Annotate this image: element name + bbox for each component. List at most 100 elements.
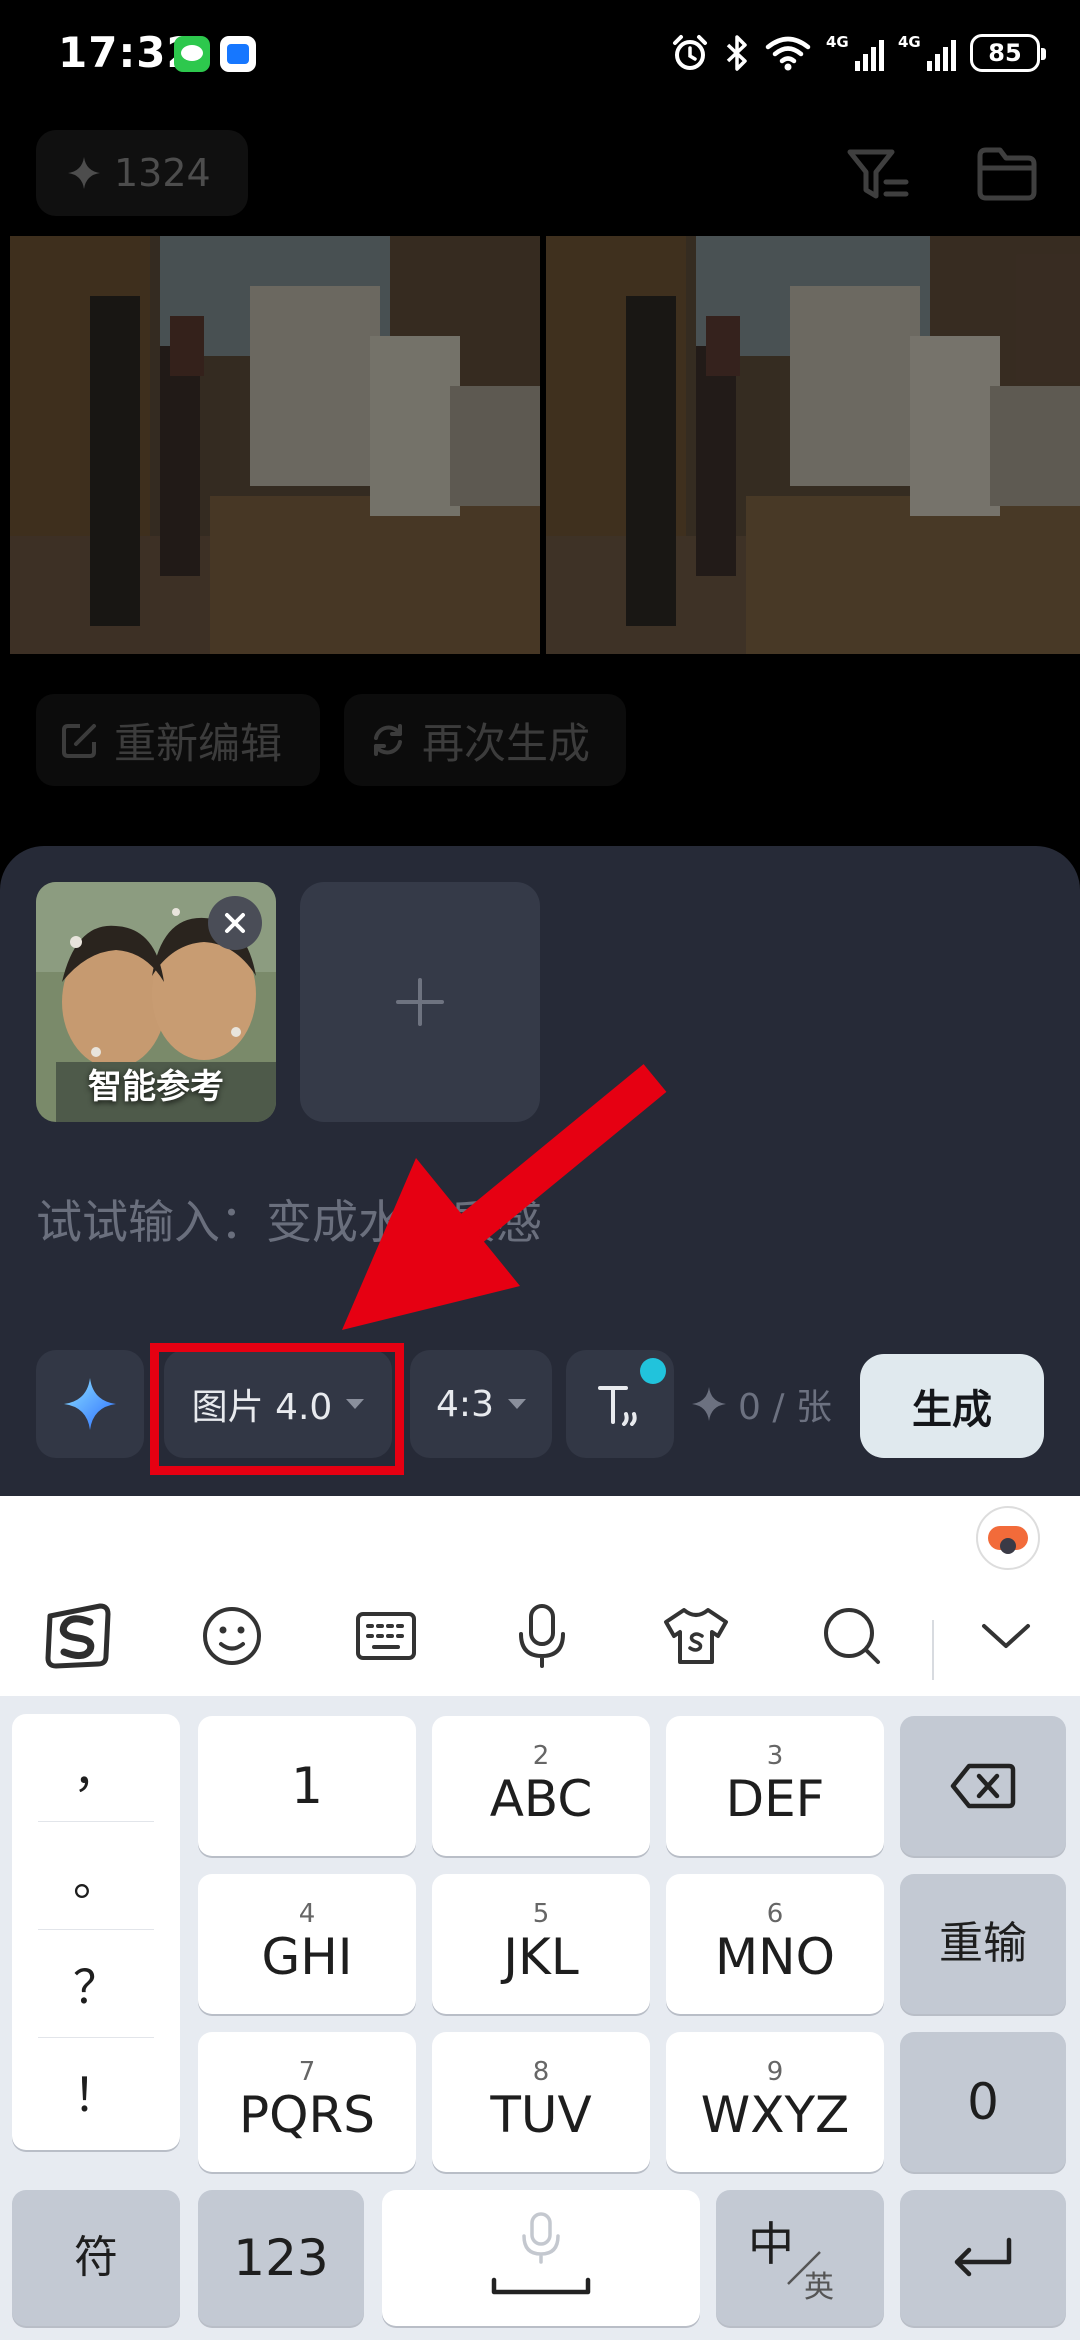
result-image-1[interactable]: [10, 236, 540, 654]
cellular-signal-2-icon: 4G: [898, 31, 956, 75]
key-number: 8: [532, 2057, 550, 2087]
key-number: 7: [298, 2057, 316, 2087]
language-switch-key[interactable]: 中 英: [716, 2190, 884, 2326]
sparkle-icon: [64, 1378, 116, 1430]
key-0[interactable]: 0: [900, 2032, 1066, 2172]
close-icon: [225, 913, 245, 933]
keyboard-layout-icon[interactable]: [346, 1596, 426, 1676]
edit-icon: [62, 724, 96, 758]
cellular-signal-1-icon: 4G: [826, 31, 884, 75]
alarm-icon: [673, 35, 707, 70]
punct-key-comma[interactable]: ，: [38, 1714, 154, 1822]
key-tuv[interactable]: 8 TUV: [432, 2032, 650, 2172]
key-number: 4: [298, 1899, 316, 1929]
key-label: MNO: [715, 1928, 835, 1986]
keypad: ， 。 ？ ！ 1 2 ABC 3 DEF 4 GHI 5 JKL 6 MNO …: [0, 1696, 1080, 2340]
retype-label: 重输: [939, 1918, 1027, 1969]
aspect-ratio-select[interactable]: 4:3: [410, 1350, 552, 1458]
key-wxyz[interactable]: 9 WXYZ: [666, 2032, 884, 2172]
enter-key[interactable]: [900, 2190, 1066, 2326]
slash-divider: [787, 2251, 821, 2285]
wechat-notification-icon: [174, 36, 210, 72]
key-label: DEF: [725, 1770, 825, 1828]
key-jkl[interactable]: 5 JKL: [432, 1874, 650, 2014]
space-key[interactable]: [382, 2190, 700, 2326]
punct-key-exclamation[interactable]: ！: [38, 2038, 154, 2146]
keyboard-toolbar: [0, 1576, 1080, 1696]
key-mno[interactable]: 6 MNO: [666, 1874, 884, 2014]
keyboard: ， 。 ？ ！ 1 2 ABC 3 DEF 4 GHI 5 JKL 6 MNO …: [0, 1496, 1080, 2340]
battery-icon: 85: [970, 34, 1046, 72]
battery-level: 85: [988, 39, 1022, 67]
reedit-label: 重新编辑: [114, 718, 283, 768]
punct-key-question[interactable]: ？: [38, 1930, 154, 2038]
key-label: JKL: [503, 1928, 579, 1986]
network-type-2: 4G: [898, 33, 921, 51]
filter-icon[interactable]: [846, 146, 912, 206]
status-icons: 4G 4G 85: [670, 30, 1046, 76]
microphone-icon[interactable]: [502, 1596, 582, 1676]
skin-shirt-icon[interactable]: [656, 1596, 736, 1676]
text-style-button[interactable]: [566, 1350, 674, 1458]
generation-count: 0 / 张: [690, 1350, 832, 1458]
key-label: TUV: [490, 2086, 592, 2144]
inspiration-button[interactable]: [36, 1350, 144, 1458]
app-notification-icon: [220, 36, 256, 72]
regenerate-label: 再次生成: [422, 718, 591, 768]
remove-reference-button[interactable]: [208, 896, 262, 950]
zero-label: 0: [967, 2073, 999, 2131]
key-def[interactable]: 3 DEF: [666, 1716, 884, 1856]
enter-icon: [954, 2237, 1012, 2277]
punct-key-period[interactable]: 。: [38, 1822, 154, 1930]
key-1[interactable]: 1: [198, 1716, 416, 1856]
key-number: 9: [766, 2057, 784, 2087]
keyboard-mascot-icon[interactable]: [976, 1506, 1040, 1570]
numbers-label: 123: [233, 2229, 329, 2287]
toolbar-divider: [932, 1620, 934, 1680]
space-mic-icon: [491, 2212, 591, 2295]
numbers-key[interactable]: 123: [198, 2190, 364, 2326]
symbols-key[interactable]: 符: [12, 2190, 180, 2326]
symbols-label: 符: [74, 2232, 118, 2283]
emoji-icon[interactable]: [192, 1596, 272, 1676]
credits-badge[interactable]: 1324: [36, 130, 248, 216]
generate-label: 生成: [912, 1387, 992, 1433]
bluetooth-icon: [726, 35, 747, 71]
reedit-button[interactable]: 重新编辑: [36, 694, 320, 786]
folder-icon[interactable]: [976, 146, 1038, 202]
backspace-icon: [950, 1763, 1016, 1809]
key-label: ABC: [489, 1770, 593, 1828]
text-icon: [598, 1386, 637, 1426]
retype-key[interactable]: 重输: [900, 1874, 1066, 2014]
result-images: [10, 236, 1080, 654]
key-number: 6: [766, 1899, 784, 1929]
collapse-keyboard-icon[interactable]: [966, 1596, 1046, 1676]
plus-icon: [396, 978, 444, 1026]
sparkle-icon: [68, 157, 100, 189]
backspace-key[interactable]: [900, 1716, 1066, 1856]
credits-count: 1324: [114, 151, 211, 195]
sogou-logo-icon[interactable]: [38, 1596, 118, 1676]
key-pqrs[interactable]: 7 PQRS: [198, 2032, 416, 2172]
key-number: 5: [532, 1899, 550, 1929]
wifi-icon: [765, 36, 811, 71]
aspect-ratio-label: 4:3: [436, 1383, 494, 1425]
key-number: 2: [532, 1741, 550, 1771]
generate-button[interactable]: 生成: [860, 1354, 1044, 1458]
key-label: 1: [291, 1757, 323, 1815]
key-ghi[interactable]: 4 GHI: [198, 1874, 416, 2014]
regenerate-button[interactable]: 再次生成: [344, 694, 626, 786]
chevron-down-icon: [507, 1399, 526, 1409]
annotation-arrow: [342, 1064, 667, 1330]
search-icon[interactable]: [812, 1596, 892, 1676]
key-label: PQRS: [239, 2086, 375, 2144]
generation-count-label: 0 / 张: [738, 1387, 832, 1428]
status-bar: 17:32 4G 4G 85: [0, 0, 1080, 110]
key-label: GHI: [261, 1928, 353, 1986]
network-type-1: 4G: [826, 33, 849, 51]
punctuation-column: ， 。 ？ ！: [12, 1714, 180, 2150]
key-abc[interactable]: 2 ABC: [432, 1716, 650, 1856]
refresh-icon: [374, 724, 402, 756]
sparkle-icon: [692, 1387, 726, 1421]
result-image-2[interactable]: [546, 236, 1080, 654]
